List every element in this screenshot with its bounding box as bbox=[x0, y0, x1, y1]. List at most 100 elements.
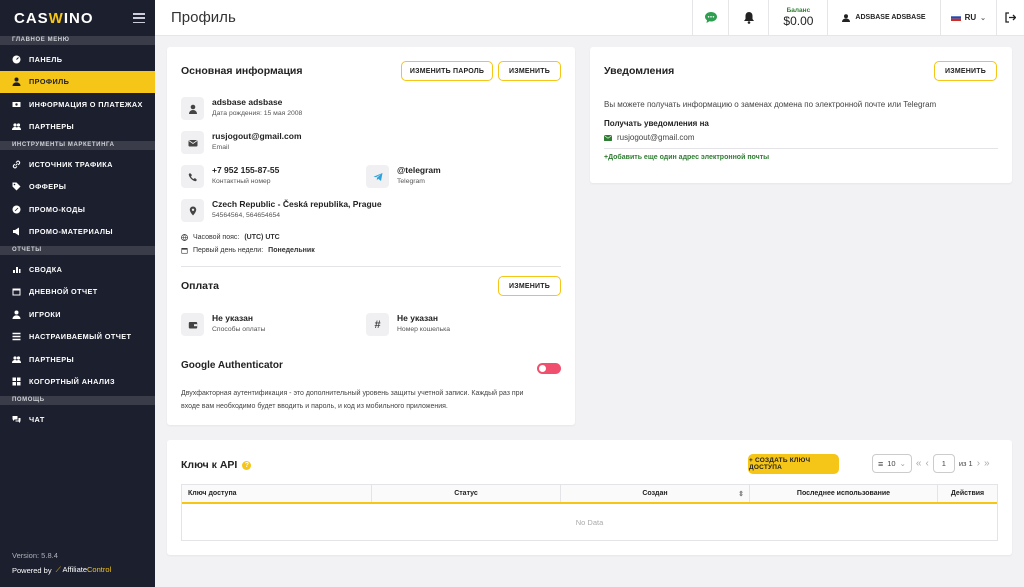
divider bbox=[181, 266, 561, 267]
edit-notifications-button[interactable]: ИЗМЕНИТЬ bbox=[934, 61, 997, 81]
page-input[interactable]: 1 bbox=[932, 454, 955, 473]
balance[interactable]: Баланс $0.00 bbox=[768, 0, 827, 36]
sidebar-item[interactable]: ЧАТ bbox=[0, 408, 155, 431]
notifications-card: Уведомления ИЗМЕНИТЬ Вы можете получать … bbox=[590, 47, 1012, 183]
globe-icon bbox=[181, 234, 188, 241]
sidebar-item-label: ПРОФИЛЬ bbox=[29, 77, 70, 87]
notifications-title: Уведомления bbox=[604, 65, 675, 77]
topbar: Профиль Баланс $0.00 ADSBASE ADSBASE RU … bbox=[155, 0, 1024, 36]
basic-info-card: Основная информация ИЗМЕНИТЬ ПАРОЛЬ ИЗМЕ… bbox=[167, 47, 575, 425]
powered-brand-a: Affiliate bbox=[62, 565, 87, 574]
sidebar-section-title: ГЛАВНОЕ МЕНЮ bbox=[0, 36, 155, 45]
user-name: ADSBASE ADSBASE bbox=[855, 14, 926, 21]
chevron-down-icon: ⌄ bbox=[980, 14, 986, 22]
timezone-value: (UTC) UTC bbox=[244, 234, 280, 241]
sidebar-item[interactable]: ИГРОКИ bbox=[0, 303, 155, 326]
week-label: Первый день недели: bbox=[193, 247, 264, 254]
column-key[interactable]: Ключ доступа bbox=[182, 485, 372, 502]
phone-row: +7 952 155-87-55 Контактный номер bbox=[181, 165, 279, 188]
sidebar-item-label: ПРОМО-МАТЕРИАЛЫ bbox=[29, 227, 113, 237]
menu-toggle-icon[interactable] bbox=[133, 13, 145, 23]
sidebar-item-label: ОФФЕРЫ bbox=[29, 182, 67, 192]
user-menu[interactable]: ADSBASE ADSBASE bbox=[827, 0, 939, 36]
sidebar-item[interactable]: ПРОМО-МАТЕРИАЛЫ bbox=[0, 221, 155, 244]
add-email-link[interactable]: +Добавить еще один адрес электронной поч… bbox=[604, 154, 769, 161]
sidebar-item[interactable]: ДНЕВНОЙ ОТЧЕТ bbox=[0, 281, 155, 304]
column-last-used[interactable]: Последнее использование bbox=[750, 485, 938, 502]
sidebar-item[interactable]: ПРОФИЛЬ bbox=[0, 70, 155, 93]
sidebar-item[interactable]: ИСТОЧНИК ТРАФИКА bbox=[0, 153, 155, 176]
page-size-value: 10 bbox=[887, 459, 896, 468]
calendar-icon bbox=[12, 287, 21, 296]
percent-icon bbox=[12, 205, 21, 214]
address-value: Czech Republic - Česká republika, Prague bbox=[212, 199, 382, 209]
notification-email-value: rusjogout@gmail.com bbox=[617, 133, 695, 142]
wallet-icon bbox=[181, 313, 204, 336]
sidebar-item[interactable]: НАСТРАИВАЕМЫЙ ОТЧЕТ bbox=[0, 326, 155, 349]
sidebar-item[interactable]: ИНФОРМАЦИЯ О ПЛАТЕЖАХ bbox=[0, 93, 155, 116]
create-key-button[interactable]: + СОЗДАТЬ КЛЮЧ ДОСТУПА bbox=[748, 454, 839, 474]
payment-title: Оплата bbox=[181, 280, 220, 292]
chat-icon bbox=[12, 415, 21, 424]
sidebar-item[interactable]: СВОДКА bbox=[0, 258, 155, 281]
hash-icon: # bbox=[366, 313, 389, 336]
chart-icon bbox=[12, 265, 21, 274]
affiliate-control-logo: ⟋ AffiliateControl bbox=[55, 565, 112, 574]
logout-icon[interactable] bbox=[996, 0, 1024, 36]
help-icon[interactable]: ? bbox=[242, 460, 252, 470]
column-created-label: Создан bbox=[642, 490, 668, 497]
sidebar-item[interactable]: ПРОМО-КОДЫ bbox=[0, 198, 155, 221]
sidebar-item[interactable]: ПАРТНЕРЫ bbox=[0, 116, 155, 139]
sidebar-section-title: ОТЧЕТЫ bbox=[0, 246, 155, 255]
edit-payment-button[interactable]: ИЗМЕНИТЬ bbox=[498, 276, 561, 296]
logo[interactable]: CASWINO bbox=[14, 10, 94, 27]
player-icon bbox=[12, 310, 21, 319]
map-pin-icon bbox=[181, 199, 204, 222]
sidebar-item[interactable]: ПАРТНЕРЫ bbox=[0, 348, 155, 371]
phone-value: +7 952 155-87-55 bbox=[212, 165, 280, 175]
bell-icon[interactable] bbox=[728, 0, 768, 36]
user-icon bbox=[842, 13, 851, 22]
link-icon bbox=[12, 160, 21, 169]
prev-page-icon[interactable]: ‹ bbox=[925, 458, 928, 469]
envelope-icon bbox=[604, 134, 612, 141]
sidebar-item[interactable]: ПАНЕЛЬ bbox=[0, 48, 155, 71]
powered-by: Powered by ⟋ AffiliateControl bbox=[12, 565, 111, 575]
sidebar-section: СВОДКА ДНЕВНОЙ ОТЧЕТ ИГРОКИ НАСТРАИВАЕМЫЙ О… bbox=[0, 255, 155, 396]
ga-title: Google Authenticator bbox=[181, 360, 283, 371]
column-created[interactable]: Создан ⇕ bbox=[561, 485, 750, 502]
first-page-icon[interactable]: « bbox=[916, 458, 922, 469]
email-row: rusjogout@gmail.com Email bbox=[181, 131, 302, 154]
page-size-select[interactable]: ≡ 10 ⌄ bbox=[872, 454, 912, 473]
users-icon bbox=[12, 122, 21, 131]
wallet-number-label: Номер кошелька bbox=[397, 326, 451, 333]
last-page-icon[interactable]: » bbox=[984, 458, 990, 469]
chevron-down-icon: ⌄ bbox=[899, 459, 906, 468]
ga-toggle[interactable] bbox=[537, 363, 561, 374]
divider bbox=[604, 148, 998, 149]
api-card: Ключ к API ? + СОЗДАТЬ КЛЮЧ ДОСТУПА ≡ 10… bbox=[167, 440, 1012, 555]
edit-basic-button[interactable]: ИЗМЕНИТЬ bbox=[498, 61, 561, 81]
calendar-icon bbox=[181, 248, 188, 254]
next-page-icon[interactable]: › bbox=[977, 458, 980, 469]
change-password-button[interactable]: ИЗМЕНИТЬ ПАРОЛЬ bbox=[401, 61, 493, 81]
telegram-icon bbox=[366, 165, 389, 188]
logo-text-left: CAS bbox=[14, 9, 49, 27]
sidebar-item-label: НАСТРАИВАЕМЫЙ ОТЧЕТ bbox=[29, 332, 132, 342]
sidebar-item-label: ДНЕВНОЙ ОТЧЕТ bbox=[29, 287, 98, 297]
chat-icon[interactable] bbox=[692, 0, 728, 36]
ga-description: Двухфакторная аутентификация - это допол… bbox=[181, 387, 566, 413]
sidebar-item[interactable]: ОФФЕРЫ bbox=[0, 176, 155, 199]
language-select[interactable]: RU ⌄ bbox=[939, 0, 996, 36]
powered-brand-b: Control bbox=[87, 565, 112, 574]
language-value: RU bbox=[964, 13, 977, 22]
column-status[interactable]: Статус bbox=[372, 485, 561, 502]
sidebar-item-label: КОГОРТНЫЙ АНАЛИЗ bbox=[29, 377, 115, 387]
sort-icon[interactable]: ⇕ bbox=[738, 490, 744, 498]
notifications-text: Вы можете получать информацию о заменах … bbox=[604, 100, 937, 109]
balance-value: $0.00 bbox=[783, 14, 814, 28]
sidebar-item-label: СВОДКА bbox=[29, 264, 63, 274]
table-header: Ключ доступа Статус Создан ⇕ Последнее ис… bbox=[182, 485, 997, 504]
sidebar-item[interactable]: КОГОРТНЫЙ АНАЛИЗ bbox=[0, 371, 155, 394]
receive-title: Получать уведомления на bbox=[604, 119, 709, 128]
